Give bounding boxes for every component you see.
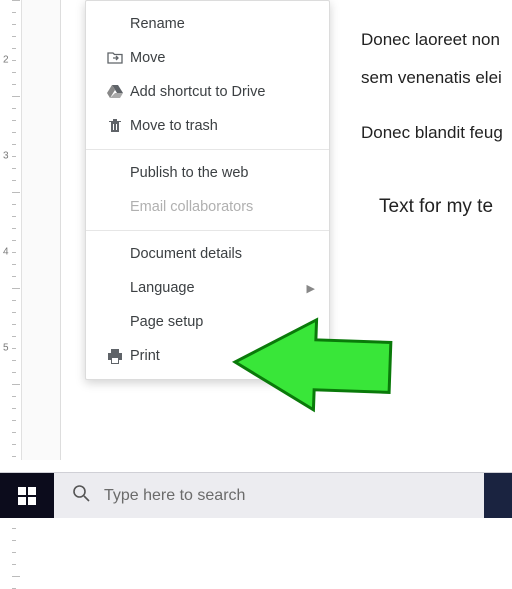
menu-label: Print: [130, 348, 277, 364]
doc-text-line: Donec laoreet non: [361, 30, 500, 50]
doc-text-line: sem venenatis elei: [361, 68, 502, 88]
menu-label: Email collaborators: [130, 199, 315, 215]
windows-logo-icon: [18, 487, 36, 505]
menu-item-publish[interactable]: Publish to the web: [86, 156, 329, 190]
ruler-number: 2: [3, 55, 9, 66]
doc-text-line: Donec blandit feug: [361, 123, 503, 143]
menu-item-document-details[interactable]: Document details: [86, 237, 329, 271]
menu-separator: [86, 230, 329, 231]
menu-label: Publish to the web: [130, 165, 315, 181]
menu-item-add-shortcut[interactable]: Add shortcut to Drive: [86, 75, 329, 109]
folder-move-icon: [100, 51, 130, 65]
drive-icon: [100, 85, 130, 99]
ruler-number: 3: [3, 151, 9, 162]
menu-label: Move: [130, 50, 315, 66]
file-menu-dropdown: Rename Move Add shortcut to Drive Move t…: [85, 0, 330, 380]
search-placeholder: Type here to search: [104, 487, 245, 505]
submenu-arrow-icon: ▶: [307, 282, 315, 295]
menu-label: Move to trash: [130, 118, 315, 134]
menu-label: Rename: [130, 16, 315, 32]
search-icon: [72, 484, 90, 507]
vertical-ruler: 2 3 4 5: [0, 0, 22, 460]
ruler-number: 4: [3, 247, 9, 258]
start-button[interactable]: [0, 473, 54, 518]
windows-taskbar: Type here to search: [0, 472, 512, 518]
spacer: [0, 460, 512, 472]
menu-item-move[interactable]: Move: [86, 41, 329, 75]
menu-label: Page setup: [130, 314, 315, 330]
print-icon: [100, 349, 130, 364]
doc-text-line: Text for my te: [379, 196, 493, 218]
menu-item-rename[interactable]: Rename: [86, 7, 329, 41]
shortcut-text: Ctrl+P: [277, 349, 315, 364]
ruler-number: 5: [3, 343, 9, 354]
menu-item-page-setup[interactable]: Page setup: [86, 305, 329, 339]
menu-item-move-to-trash[interactable]: Move to trash: [86, 109, 329, 143]
menu-label: Add shortcut to Drive: [130, 84, 315, 100]
trash-icon: [100, 118, 130, 134]
cortana-button[interactable]: [484, 473, 512, 518]
menu-label: Language: [130, 280, 301, 296]
menu-item-language[interactable]: Language ▶: [86, 271, 329, 305]
menu-label: Document details: [130, 246, 315, 262]
menu-separator: [86, 149, 329, 150]
menu-item-print[interactable]: Print Ctrl+P: [86, 339, 329, 373]
menu-item-email-collaborators: Email collaborators: [86, 190, 329, 224]
taskbar-search[interactable]: Type here to search: [54, 473, 484, 518]
